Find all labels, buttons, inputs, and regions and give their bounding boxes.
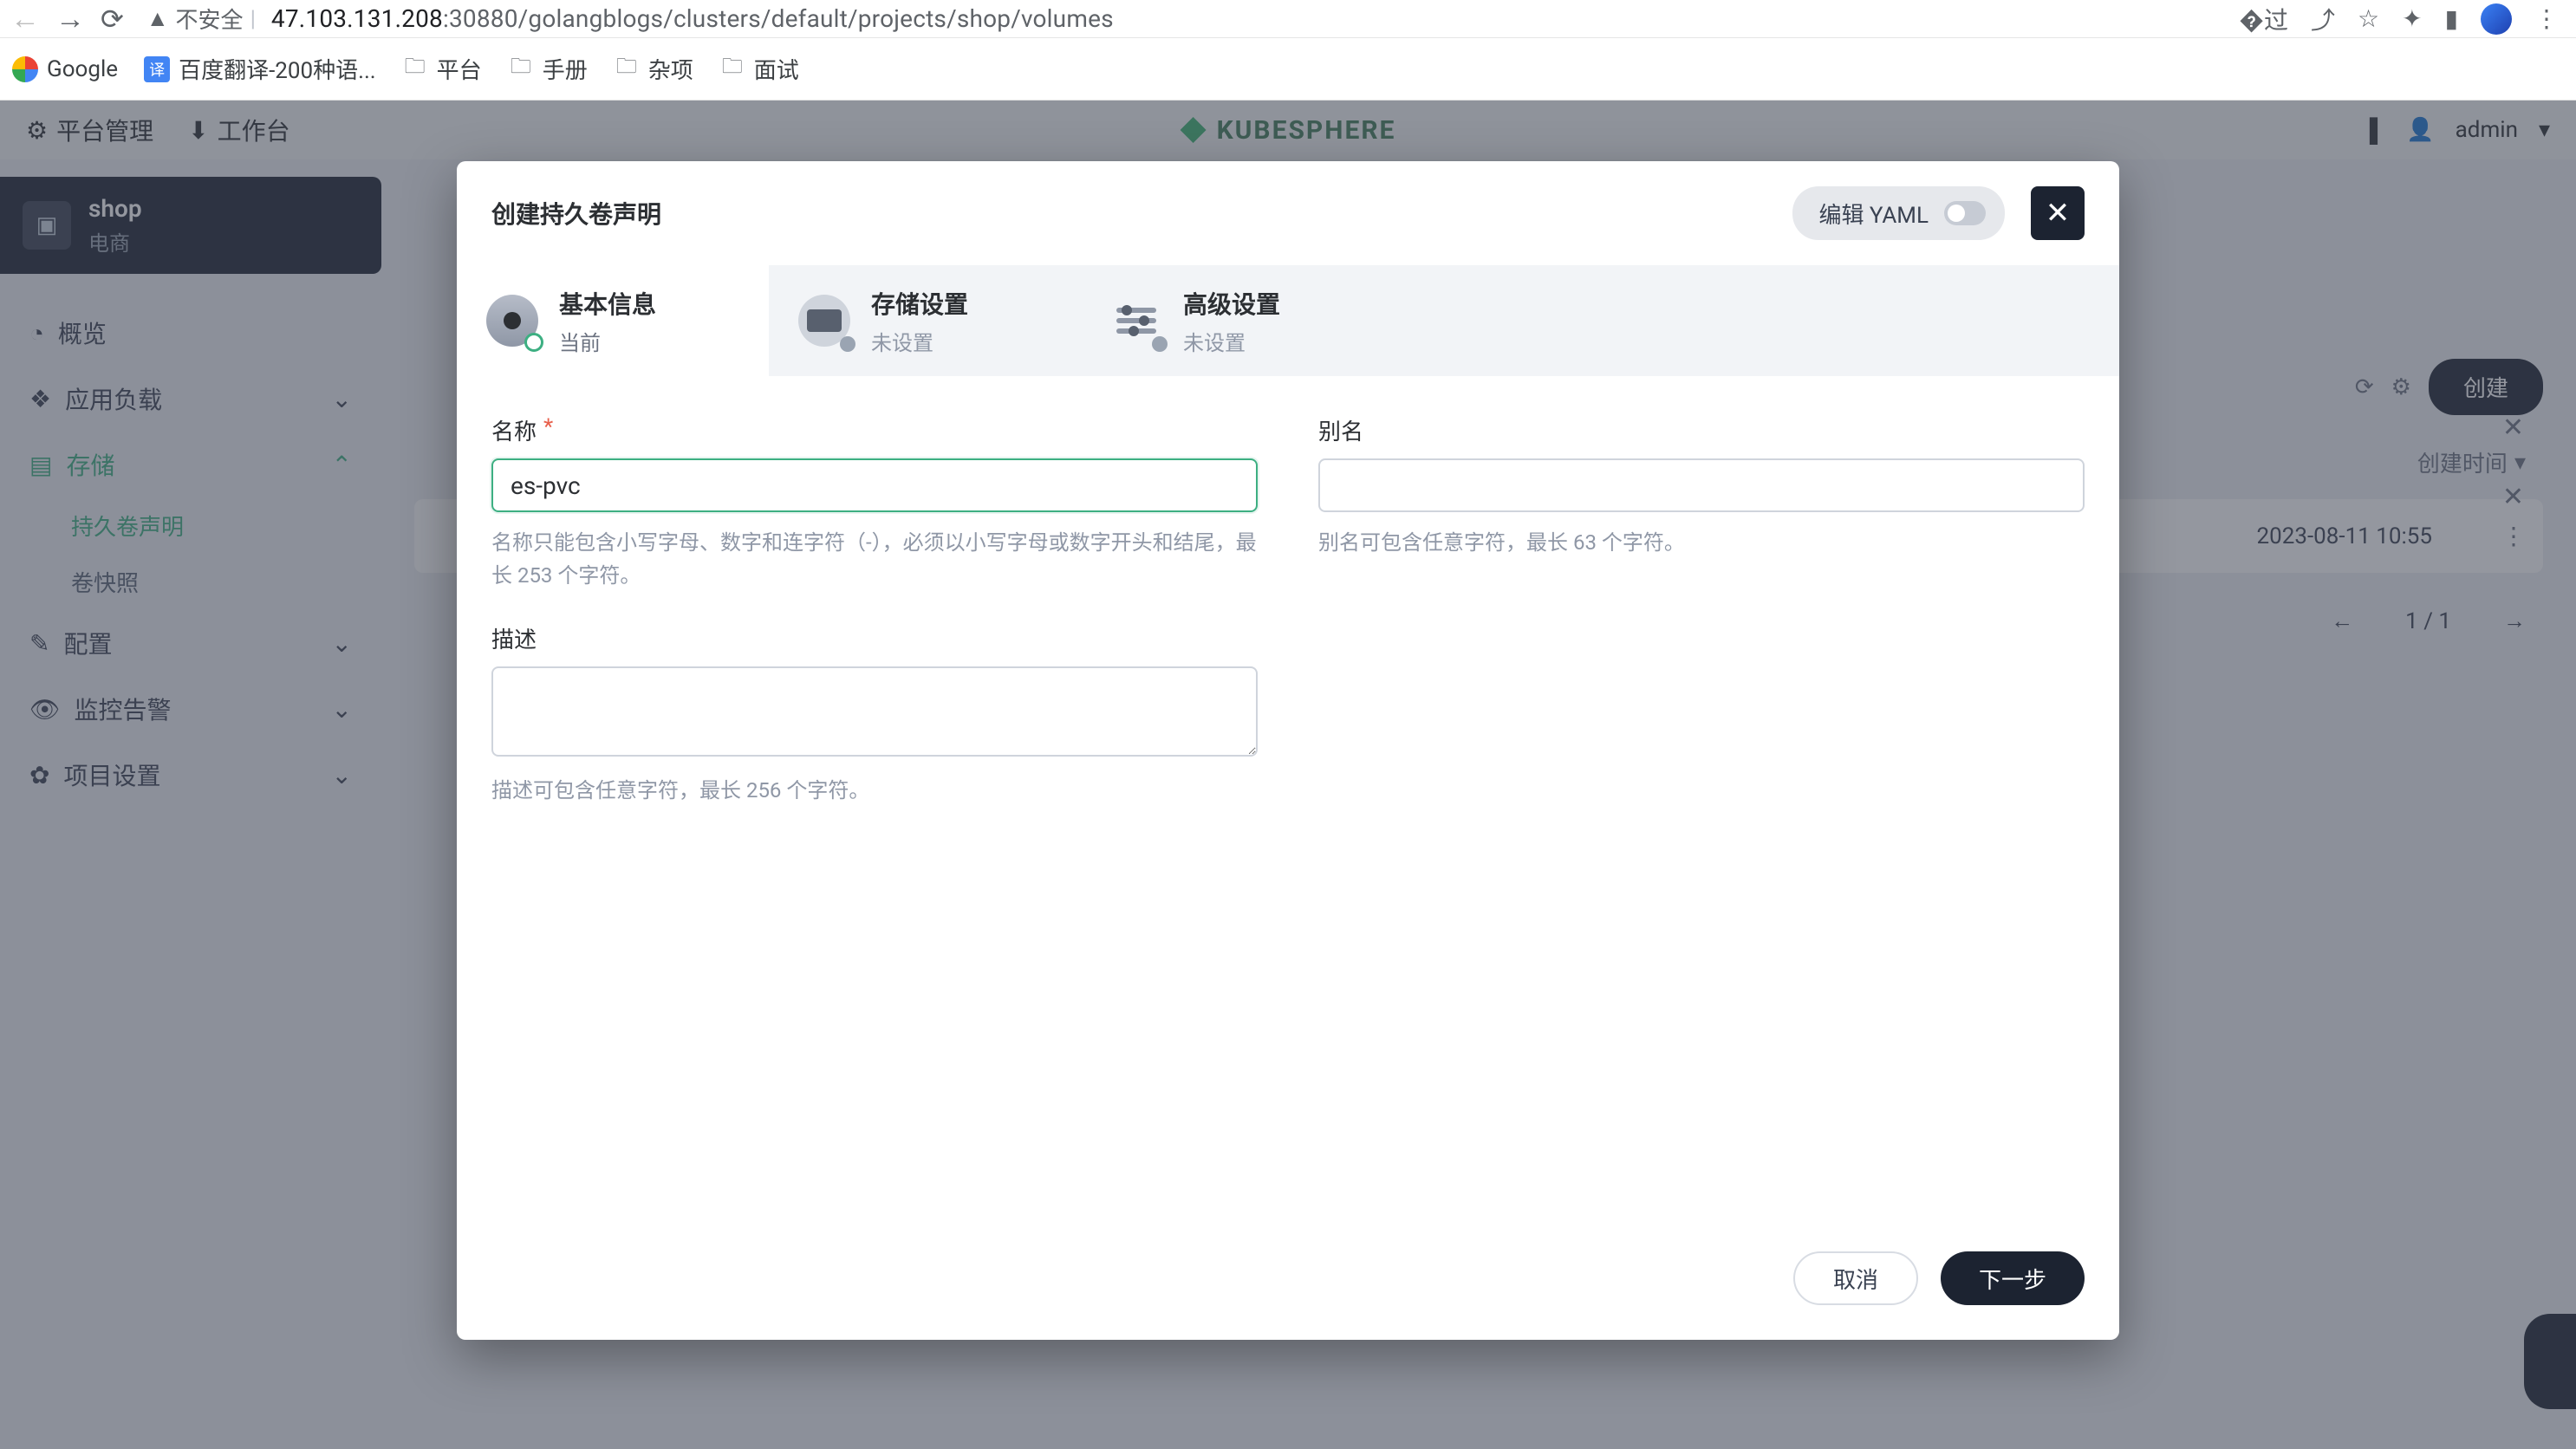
modal-footer: 取消 下一步 [457, 1225, 2119, 1340]
bookmarks-bar: Google 译 百度翻译-200种语... 🗀 平台 🗀 手册 🗀 杂项 🗀 … [0, 38, 2576, 101]
modal-close-button[interactable]: ✕ [2031, 186, 2085, 240]
close-icon: ✕ [2046, 196, 2071, 231]
bookmark-misc[interactable]: 🗀 杂项 [614, 53, 693, 85]
profile-avatar[interactable] [2481, 3, 2512, 35]
bookmark-manual[interactable]: 🗀 手册 [508, 53, 588, 85]
step-pending-badge-icon [1152, 336, 1168, 352]
bookmark-label: 面试 [754, 53, 799, 85]
storage-step-icon [798, 295, 850, 347]
bookmark-translate[interactable]: 译 百度翻译-200种语... [144, 53, 376, 85]
google-icon [12, 56, 38, 82]
reload-icon[interactable]: ⟳ [101, 3, 124, 36]
folder-icon: 🗀 [614, 56, 640, 82]
url-path: :30880/golangblogs/clusters/default/proj… [443, 4, 1114, 33]
insecure-label: 不安全 [176, 3, 244, 35]
bookmark-label: 手册 [543, 53, 588, 85]
browser-actions: �过 ⤴ ☆ ✦ ▮ ⋮ [2239, 2, 2566, 36]
step-subtitle: 当前 [559, 326, 656, 356]
desc-help: 描述可包含任意字符，最长 256 个字符。 [491, 774, 1258, 807]
alias-help: 别名可包含任意字符，最长 63 个字符。 [1318, 526, 2085, 559]
nav-forward-icon[interactable]: → [55, 4, 85, 34]
description-input[interactable] [491, 666, 1258, 757]
nav-back-icon[interactable]: ← [10, 4, 40, 34]
folder-icon: 🗀 [719, 56, 745, 82]
folder-icon: 🗀 [508, 56, 534, 82]
modal-steps: 基本信息 当前 存储设置 未设置 [457, 265, 2119, 376]
url-text: 47.103.131.208:30880/golangblogs/cluster… [271, 4, 1114, 33]
bookmark-label: 百度翻译-200种语... [179, 53, 376, 85]
panel-icon[interactable]: ▮ [2445, 4, 2458, 33]
step-advanced-settings[interactable]: 高级设置 未设置 [1081, 265, 1393, 376]
cancel-button[interactable]: 取消 [1793, 1251, 1918, 1305]
field-alias: 别名 别名可包含任意字符，最长 63 个字符。 [1318, 414, 2085, 593]
translate-icon: 译 [144, 56, 170, 82]
step-subtitle: 未设置 [1183, 326, 1280, 356]
required-icon: * [543, 414, 553, 446]
bookmark-google[interactable]: Google [12, 56, 118, 82]
share-icon[interactable]: ⤴ [2311, 2, 2335, 36]
bookmark-interview[interactable]: 🗀 面试 [719, 53, 799, 85]
insecure-badge: ▲ 不安全 | [146, 3, 256, 35]
folder-icon: 🗀 [402, 56, 428, 82]
step-subtitle: 未设置 [871, 326, 968, 356]
bookmark-label: Google [47, 56, 118, 82]
yaml-toggle-label: 编辑 YAML [1818, 198, 1929, 230]
browser-toolbar: ← → ⟳ ▲ 不安全 | 47.103.131.208:30880/golan… [0, 0, 2576, 38]
name-label: 名称 [491, 414, 537, 446]
field-name: 名称 * 名称只能包含小写字母、数字和连字符（-），必须以小写字母或数字开头和结… [491, 414, 1258, 593]
edit-yaml-toggle[interactable]: 编辑 YAML [1792, 186, 2005, 240]
step-pending-badge-icon [840, 336, 855, 352]
bookmark-label: 杂项 [648, 53, 693, 85]
url-bar[interactable]: ▲ 不安全 | 47.103.131.208:30880/golangblogs… [140, 2, 2223, 36]
modal-backdrop: 创建持久卷声明 编辑 YAML ✕ [0, 101, 2576, 1449]
create-pvc-modal: 创建持久卷声明 编辑 YAML ✕ [457, 161, 2119, 1340]
warning-icon: ▲ [146, 5, 169, 32]
desc-label: 描述 [491, 622, 537, 654]
step-title: 基本信息 [559, 286, 656, 321]
modal-form: 名称 * 名称只能包含小写字母、数字和连字符（-），必须以小写字母或数字开头和结… [457, 376, 2119, 815]
step-storage-settings[interactable]: 存储设置 未设置 [769, 265, 1081, 376]
translate-icon[interactable]: �过 [2239, 2, 2288, 36]
advanced-step-icon [1110, 295, 1162, 347]
overflow-icon[interactable]: ⋮ [2534, 4, 2559, 33]
extensions-icon[interactable]: ✦ [2402, 4, 2422, 33]
star-icon[interactable]: ☆ [2358, 4, 2379, 33]
alias-input[interactable] [1318, 458, 2085, 512]
name-input[interactable] [491, 458, 1258, 512]
name-help: 名称只能包含小写字母、数字和连字符（-），必须以小写字母或数字开头和结尾，最长 … [491, 526, 1258, 593]
step-basic-info[interactable]: 基本信息 当前 [457, 265, 769, 376]
step-title: 高级设置 [1183, 286, 1280, 321]
step-title: 存储设置 [871, 286, 968, 321]
next-button[interactable]: 下一步 [1941, 1251, 2085, 1305]
alias-label: 别名 [1318, 414, 1363, 446]
modal-title: 创建持久卷声明 [491, 196, 661, 231]
disk-icon [486, 295, 538, 347]
bookmark-label: 平台 [437, 53, 482, 85]
bookmark-platform[interactable]: 🗀 平台 [402, 53, 482, 85]
field-description: 描述 描述可包含任意字符，最长 256 个字符。 [491, 622, 1258, 807]
app-root: ⚙ 平台管理 ⬇ 工作台 KUBESPHERE ▌ 👤 admin ▾ ▣ sh… [0, 101, 2576, 1449]
url-host: 47.103.131.208 [271, 4, 443, 33]
toggle-switch-icon [1944, 201, 1986, 225]
step-active-badge-icon [524, 333, 543, 352]
